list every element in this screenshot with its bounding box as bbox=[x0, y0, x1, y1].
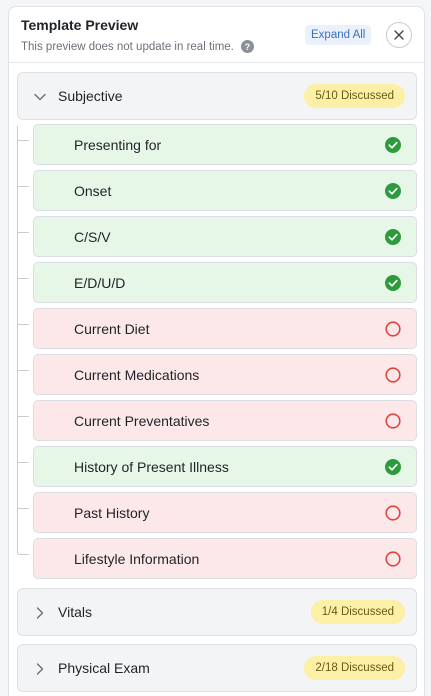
checklist-item[interactable]: E/D/U/D bbox=[33, 262, 417, 303]
panel-subtitle: This preview does not update in real tim… bbox=[21, 40, 254, 53]
template-preview-panel: Template Preview This preview does not u… bbox=[8, 6, 425, 696]
empty-circle-icon bbox=[385, 321, 401, 337]
close-button[interactable] bbox=[386, 22, 412, 48]
check-circle-icon bbox=[385, 183, 401, 199]
tree-tick bbox=[18, 370, 29, 371]
item-label: C/S/V bbox=[74, 228, 111, 245]
empty-circle-icon bbox=[385, 551, 401, 567]
section-label: Subjective bbox=[58, 88, 123, 104]
checklist-item[interactable]: Past History bbox=[33, 492, 417, 533]
check-circle-icon bbox=[385, 275, 401, 291]
panel-title: Template Preview bbox=[21, 17, 139, 33]
tree-connector bbox=[17, 126, 18, 554]
discussed-badge: 1/4 Discussed bbox=[310, 600, 405, 624]
tree-tick bbox=[18, 232, 29, 233]
checklist-item[interactable]: Lifestyle Information bbox=[33, 538, 417, 579]
chevron-right-icon bbox=[36, 663, 44, 675]
question-circle-icon[interactable]: ? bbox=[240, 40, 254, 53]
item-label: E/D/U/D bbox=[74, 274, 126, 291]
check-circle-icon bbox=[385, 229, 401, 245]
item-label: Current Diet bbox=[74, 320, 150, 337]
section-label: Vitals bbox=[58, 604, 92, 620]
expand-all-button[interactable]: Expand All bbox=[305, 25, 372, 45]
section-label: Physical Exam bbox=[58, 660, 150, 676]
item-label: Lifestyle Information bbox=[74, 550, 200, 567]
subtitle-text: This preview does not update in real tim… bbox=[21, 40, 234, 53]
checklist-item[interactable]: Presenting for bbox=[33, 124, 417, 165]
item-label: Past History bbox=[74, 504, 150, 521]
item-label: Current Preventatives bbox=[74, 412, 210, 429]
tree-tick bbox=[18, 554, 29, 555]
chevron-down-icon bbox=[34, 93, 46, 101]
checklist-item[interactable]: C/S/V bbox=[33, 216, 417, 257]
tree-tick bbox=[18, 508, 29, 509]
discussed-badge: 2/18 Discussed bbox=[304, 656, 405, 680]
empty-circle-icon bbox=[385, 413, 401, 429]
tree-tick bbox=[18, 416, 29, 417]
discussed-badge: 5/10 Discussed bbox=[304, 84, 405, 108]
empty-circle-icon bbox=[385, 505, 401, 521]
section-subjective[interactable]: Subjective 5/10 Discussed bbox=[17, 72, 417, 120]
tree-tick bbox=[18, 462, 29, 463]
tree-tick bbox=[18, 140, 29, 141]
section-vitals[interactable]: Vitals 1/4 Discussed bbox=[17, 588, 417, 636]
item-label: Presenting for bbox=[74, 136, 162, 153]
item-label: Onset bbox=[74, 182, 112, 199]
chevron-right-icon bbox=[36, 607, 44, 619]
item-label: History of Present Illness bbox=[74, 458, 229, 475]
check-circle-icon bbox=[385, 137, 401, 153]
item-label: Current Medications bbox=[74, 366, 200, 383]
checklist-item[interactable]: Current Preventatives bbox=[33, 400, 417, 441]
close-icon bbox=[394, 30, 404, 40]
section-physical-exam[interactable]: Physical Exam 2/18 Discussed bbox=[17, 644, 417, 692]
tree-tick bbox=[18, 324, 29, 325]
tree-tick bbox=[18, 278, 29, 279]
checklist-item[interactable]: Current Medications bbox=[33, 354, 417, 395]
checklist-item[interactable]: History of Present Illness bbox=[33, 446, 417, 487]
check-circle-icon bbox=[385, 459, 401, 475]
panel-header: Template Preview This preview does not u… bbox=[9, 7, 424, 63]
checklist-item[interactable]: Onset bbox=[33, 170, 417, 211]
empty-circle-icon bbox=[385, 367, 401, 383]
tree-tick bbox=[18, 186, 29, 187]
checklist-item[interactable]: Current Diet bbox=[33, 308, 417, 349]
